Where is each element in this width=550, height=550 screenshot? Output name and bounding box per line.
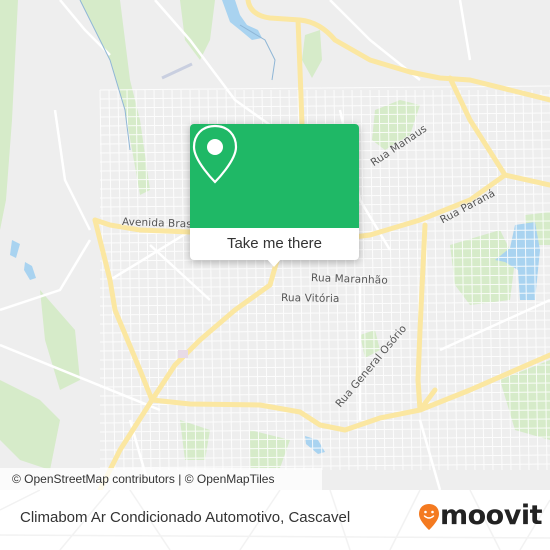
place-title: Climabom Ar Condicionado Automotivo, Cas… [20,509,351,526]
map-attribution[interactable]: © OpenStreetMap contributors | © OpenMap… [0,468,322,490]
moovit-wordmark: moovit [440,500,543,531]
runway [161,62,193,80]
map-pin-icon [192,124,238,184]
landmark-area [178,350,188,358]
take-me-there-button[interactable]: Take me there [190,228,359,260]
map-view[interactable]: Avenida Bras Rua Manaus Rua Paraná Rua M… [0,0,550,490]
street-label-avenida-brasil: Avenida Bras [121,216,193,231]
street-label-rua-vitoria: Rua Vitória [280,292,340,306]
location-popup: Take me there [190,124,359,267]
footer: Climabom Ar Condicionado Automotivo, Cas… [0,490,550,550]
moovit-smiley-pin-icon [419,504,439,530]
popup-pointer [266,258,282,267]
popup-header [190,124,359,228]
